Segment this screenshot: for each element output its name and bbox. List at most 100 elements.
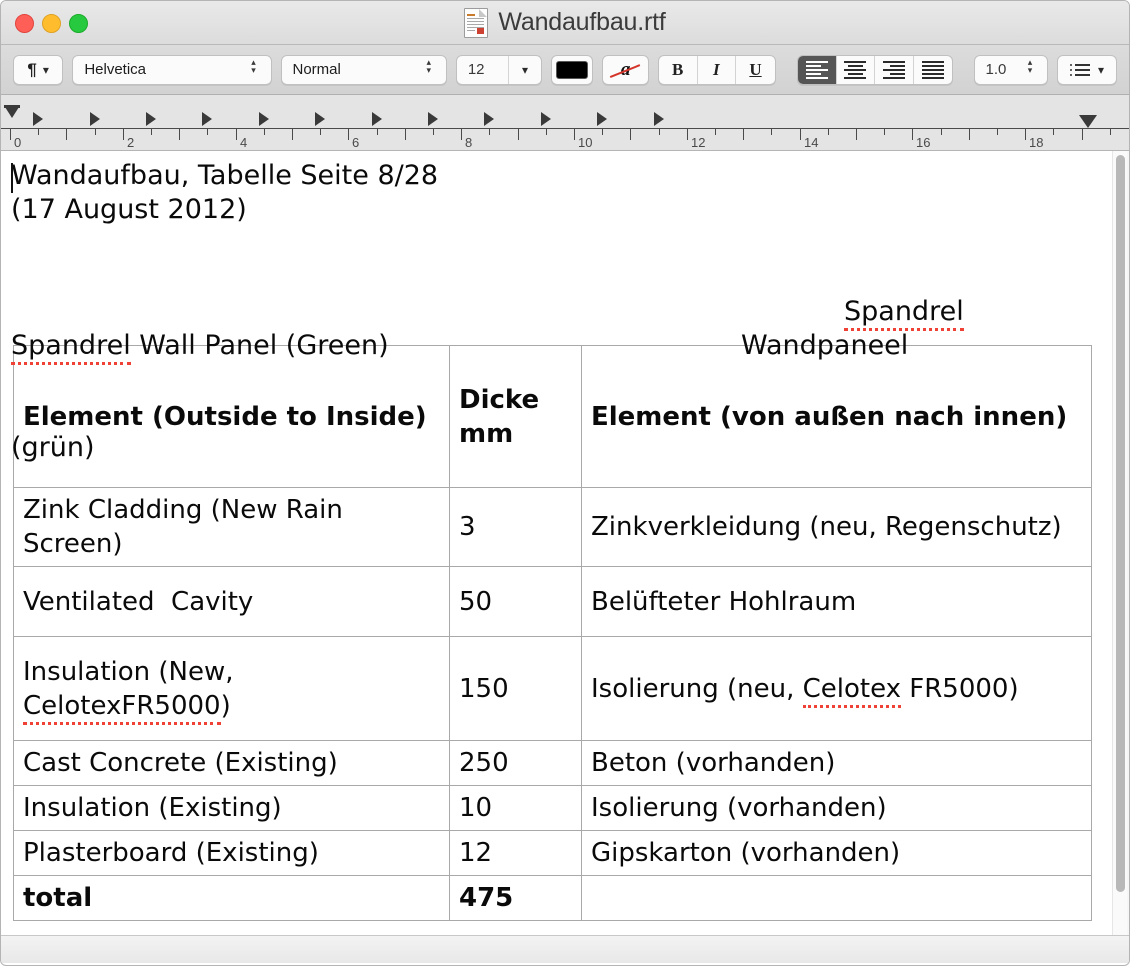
stepper-icon: ▴ ▾ — [426, 56, 432, 75]
background-color-button[interactable]: a — [602, 54, 649, 85]
spellcheck-word: Spandrel — [844, 296, 964, 331]
bold-button[interactable]: B — [659, 55, 698, 84]
tab-stop-marker[interactable] — [597, 112, 607, 126]
font-size-input[interactable]: 12 ▾ — [455, 54, 542, 85]
ruler-tick — [377, 129, 378, 135]
ruler-tick — [489, 129, 490, 135]
tab-stop-marker[interactable] — [90, 112, 100, 126]
ruler-tick — [715, 129, 716, 135]
text-color-button[interactable] — [550, 54, 594, 85]
header-cell-thickness: Dicke mm — [449, 345, 582, 488]
tab-stop-marker[interactable] — [541, 112, 551, 126]
ruler-tick — [207, 129, 208, 135]
ruler-tick — [10, 129, 11, 140]
table-row: Plasterboard (Existing) 12 Gipskarton (v… — [13, 830, 1092, 876]
minimize-button[interactable] — [42, 13, 61, 33]
spellcheck-word: Spandrel — [11, 330, 131, 365]
cell-total-label: total — [13, 875, 450, 921]
list-style-button[interactable]: ▾ — [1057, 54, 1117, 85]
line-spacing-select[interactable]: 1.0 ▴ ▾ — [974, 54, 1048, 85]
right-margin-marker[interactable] — [1079, 115, 1097, 128]
ruler-tick — [828, 129, 829, 135]
ruler-tick — [38, 129, 39, 135]
doc-line-1: Wandaufbau, Tabelle Seite 8/28 — [11, 160, 439, 191]
ruler-tick — [771, 129, 772, 135]
ruler-number: 6 — [352, 135, 360, 150]
ruler-tick — [1053, 129, 1054, 135]
text-caret — [11, 163, 13, 193]
table-row: Ventilated Cavity 50 Belüfteter Hohlraum — [13, 566, 1092, 637]
table-total-row: total 475 — [13, 875, 1092, 921]
list-icon — [1069, 63, 1090, 76]
ruler-tick — [405, 129, 406, 140]
ruler-baseline — [1, 128, 1129, 129]
align-justify-icon — [922, 60, 945, 79]
tab-stop-marker[interactable] — [146, 112, 156, 126]
paragraph-style-button[interactable]: ¶ ▾ — [13, 54, 64, 85]
ruler-tick — [320, 129, 321, 135]
tab-stop-marker[interactable] — [259, 112, 269, 126]
font-family-select[interactable]: Helvetica ▴ ▾ — [72, 54, 272, 85]
heading-german: Spandrel Wandpaneel — [741, 261, 1099, 397]
close-button[interactable] — [15, 13, 34, 33]
headings-row: Spandrel Wall Panel (Green) (grün) Spand… — [11, 261, 1099, 463]
left-margin-marker[interactable] — [5, 107, 19, 118]
italic-button[interactable]: I — [698, 55, 737, 84]
paragraph-style-select[interactable]: Normal ▴ ▾ — [280, 54, 447, 85]
tab-stop-marker[interactable] — [33, 112, 43, 126]
cell-text-suffix: ) — [220, 690, 231, 721]
stepper-icon: ▴ ▾ — [251, 56, 256, 75]
ruler-tick — [800, 129, 801, 140]
paragraph-style-value: Normal — [292, 61, 341, 78]
ruler-tick — [151, 129, 152, 135]
ruler-number: 18 — [1029, 135, 1044, 150]
cell-element-de: Isolierung (vorhanden) — [581, 785, 1092, 831]
alignment-group — [796, 54, 954, 85]
ruler[interactable]: 0 2 4 6 8 10 12 14 16 18 — [1, 95, 1129, 151]
cell-total-empty — [581, 875, 1092, 921]
cell-element-de: Zinkverkleidung (neu, Regenschutz) — [581, 487, 1092, 567]
ruler-tick — [292, 129, 293, 140]
align-justify-button[interactable] — [914, 56, 953, 84]
tab-stop-marker[interactable] — [654, 112, 664, 126]
tab-stop-marker[interactable] — [484, 112, 494, 126]
tab-stop-marker[interactable] — [428, 112, 438, 126]
ruler-number: 8 — [465, 135, 473, 150]
tab-stop-marker[interactable] — [202, 112, 212, 126]
ruler-tick — [95, 129, 96, 135]
color-swatch — [556, 60, 589, 79]
font-size-value: 12 — [467, 61, 485, 78]
ruler-tick — [546, 129, 547, 135]
align-center-button[interactable] — [837, 55, 876, 84]
table-row: Insulation (New, CelotexFR5000) 150 Isol… — [13, 636, 1092, 741]
chevron-down-icon[interactable]: ▾ — [508, 55, 541, 84]
document-page[interactable]: Wandaufbau, Tabelle Seite 8/28 (17 Augus… — [1, 151, 1114, 935]
align-left-button[interactable] — [797, 55, 837, 84]
cell-element-en: Ventilated Cavity — [13, 566, 450, 637]
ruler-tick — [630, 129, 631, 140]
window-controls — [15, 1, 88, 45]
pilcrow-icon: ¶ — [27, 59, 37, 79]
zoom-button[interactable] — [69, 13, 88, 33]
cell-element-en: Cast Concrete (Existing) — [13, 740, 450, 786]
ruler-tick — [348, 129, 349, 140]
scrollbar-thumb[interactable] — [1116, 155, 1125, 892]
align-right-button[interactable] — [875, 55, 914, 84]
ruler-tick — [1110, 129, 1111, 135]
spellcheck-word: Celotex — [802, 673, 902, 708]
ruler-number: 0 — [14, 135, 22, 150]
vertical-scrollbar[interactable] — [1112, 151, 1127, 935]
cell-element-en: Insulation (New, CelotexFR5000) — [13, 636, 450, 741]
tab-stop-marker[interactable] — [372, 112, 382, 126]
align-right-icon — [883, 60, 906, 79]
ruler-tick — [179, 129, 180, 140]
underline-button[interactable]: U — [736, 56, 775, 84]
tab-stop-marker[interactable] — [315, 112, 325, 126]
ruler-tick — [997, 129, 998, 135]
cell-thickness: 150 — [449, 636, 582, 741]
cell-total-thickness: 475 — [449, 875, 582, 921]
rtf-editor-window: Wandaufbau.rtf ¶ ▾ Helvetica ▴ ▾ Normal ▴… — [0, 0, 1130, 966]
ruler-tick — [236, 129, 237, 140]
chevron-down-icon: ▾ — [1097, 62, 1104, 77]
